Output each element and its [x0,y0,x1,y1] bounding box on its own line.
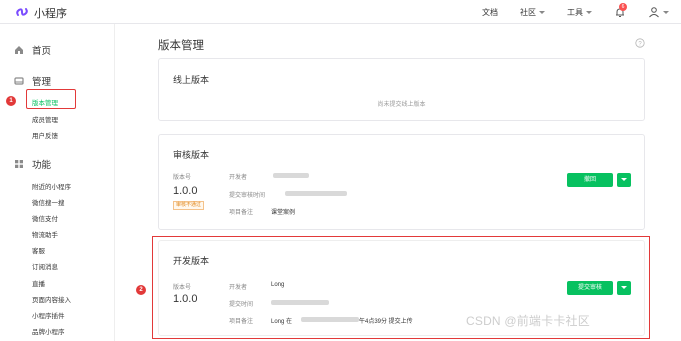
sidebar-item-customer-service[interactable]: 客服 [32,245,45,255]
grid-icon [15,160,23,168]
annotation-marker-2: 2 [136,285,146,295]
account-menu[interactable] [648,6,669,18]
manage-icon [14,77,24,85]
note-label: 项目备注 [229,210,254,216]
version-number: 1.0.0 [173,185,198,197]
tools-menu[interactable]: 工具 [567,7,592,18]
card-title: 线上版本 [173,75,210,85]
sidebar-item-search[interactable]: 微信搜一搜 [32,197,65,207]
sidebar-item-live[interactable]: 直播 [32,278,45,288]
sidebar-item-brand[interactable]: 品牌小程序 [32,326,65,336]
card-title: 审核版本 [173,150,210,160]
mini-program-logo-icon [16,8,28,16]
sidebar-item-logistics[interactable]: 物流助手 [32,229,58,239]
blurred-value [273,173,309,178]
community-label: 社区 [520,7,536,17]
watermark: CSDN @前端卡卡社区 [466,314,590,328]
review-version-card: 审核版本 版本号 1.0.0 审核不通过 开发者 提交审核时间 项目备注 课堂案… [158,134,645,230]
sidebar-item-label: 首页 [32,46,52,57]
help-icon[interactable]: ? [635,38,645,48]
sidebar-section-label: 功能 [32,160,52,171]
docs-link[interactable]: 文档 [482,7,498,18]
app-title: 小程序 [34,8,67,20]
chevron-down-icon [539,10,545,14]
submit-time-label: 提交审核时间 [229,193,266,199]
note-value: 课堂案例 [271,210,296,216]
sidebar-section-features[interactable]: 功能 [14,157,51,171]
more-options-dropdown[interactable] [617,173,631,187]
status-badge: 审核不通过 [173,201,205,210]
home-icon [15,46,23,54]
sidebar-item-member-management[interactable]: 成员管理 [32,114,58,124]
sidebar-item-pay[interactable]: 微信支付 [32,213,58,223]
version-label: 版本号 [173,175,192,181]
top-nav: 文档 社区 工具 6 [460,0,669,24]
sidebar-item-nearby[interactable]: 附近的小程序 [32,181,71,191]
bell-icon: 6 [614,3,627,18]
empty-state-text: 尚未提交线上版本 [377,102,426,108]
sidebar-item-subscribe[interactable]: 订阅消息 [32,261,58,271]
blurred-value [285,191,347,196]
page-title: 版本管理 [158,40,204,52]
sidebar-section-label: 管理 [32,77,52,88]
chevron-down-icon [586,10,592,14]
sidebar-item-home[interactable]: 首页 [14,43,51,57]
withdraw-button[interactable]: 撤回 [567,173,613,187]
community-menu[interactable]: 社区 [520,7,545,18]
avatar-icon [649,7,659,18]
sidebar-item-page-content[interactable]: 页面内容接入 [32,294,71,304]
sidebar-section-manage[interactable]: 管理 [14,74,51,88]
chevron-down-icon [663,10,669,14]
sidebar-item-user-feedback[interactable]: 用户反馈 [32,130,58,140]
tools-label: 工具 [567,7,583,17]
notification-count-badge: 6 [619,3,627,11]
sidebar-item-plugin[interactable]: 小程序插件 [32,310,65,320]
top-bar: 小程序 文档 社区 工具 6 [0,0,681,24]
annotation-highlight-box [26,89,76,109]
notification-button[interactable]: 6 [614,3,627,18]
developer-label: 开发者 [229,175,248,181]
online-version-card: 线上版本 尚未提交线上版本 [158,58,645,121]
annotation-marker-1: 1 [6,96,16,106]
